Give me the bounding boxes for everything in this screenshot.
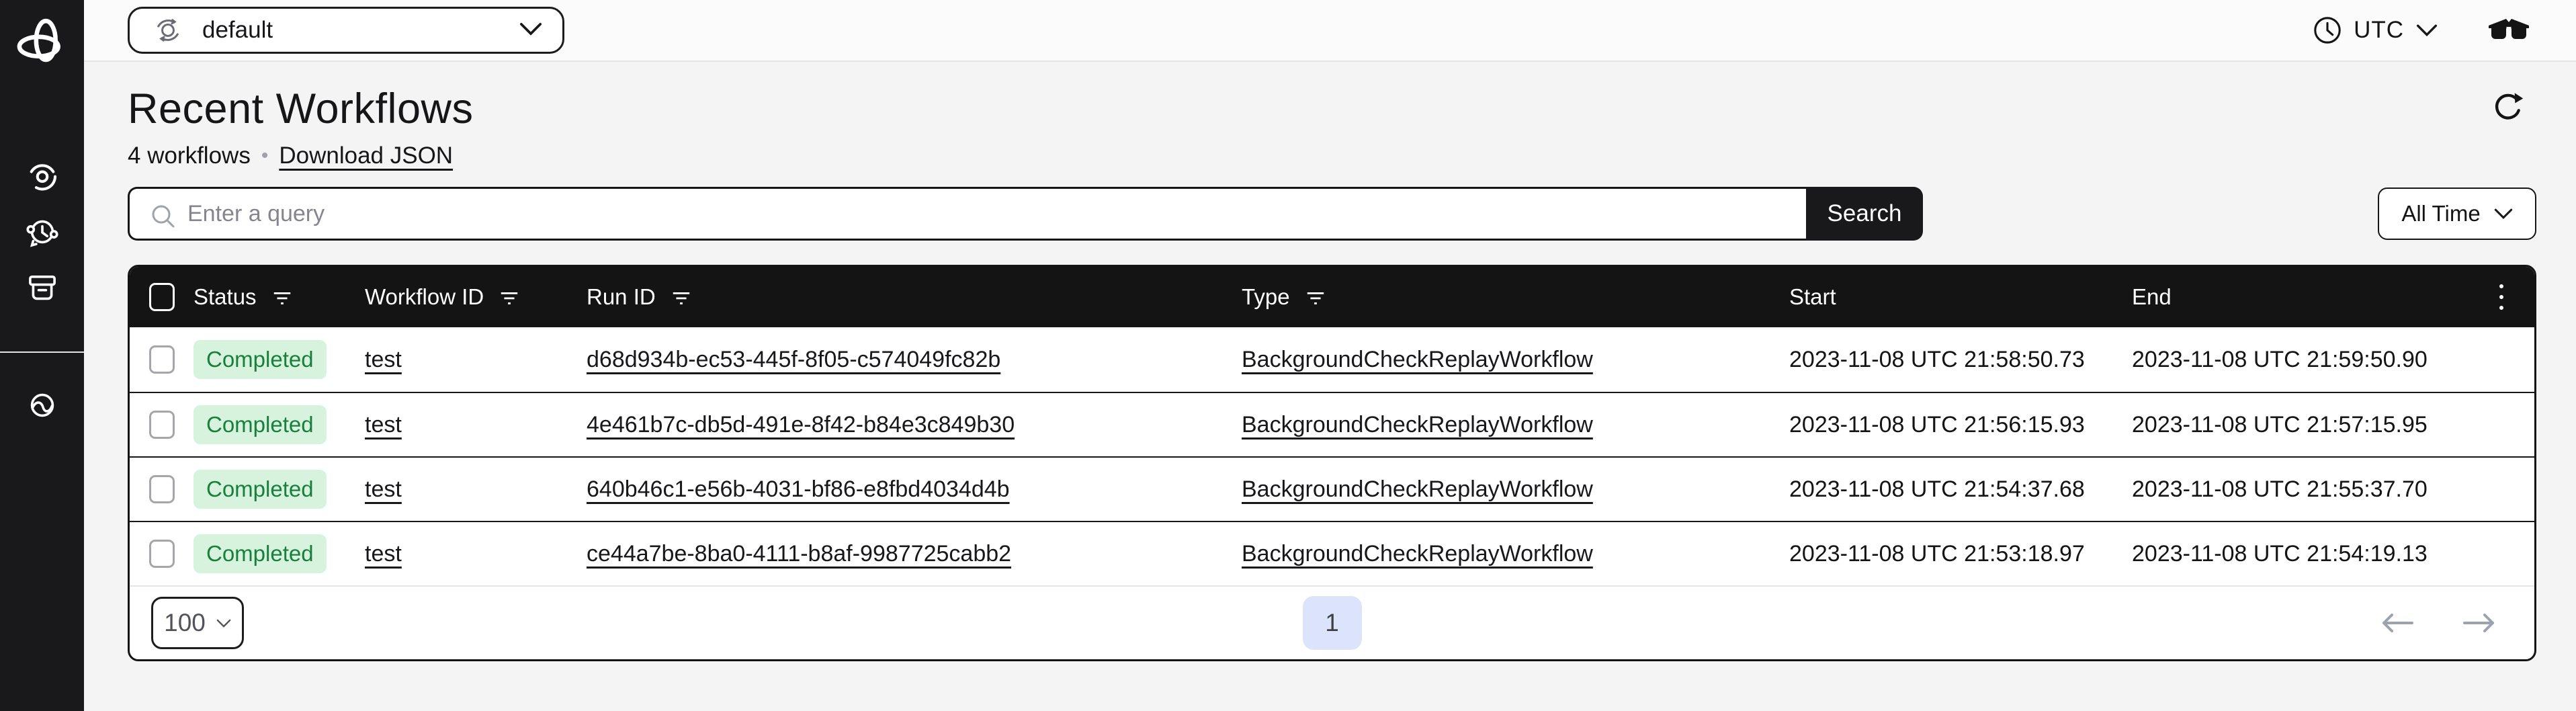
filter-icon[interactable] <box>671 286 692 308</box>
namespaces-icon[interactable] <box>21 384 64 427</box>
meta-separator: • <box>261 144 269 167</box>
workflow-id-link[interactable]: test <box>365 541 402 567</box>
search-icon <box>148 202 178 235</box>
start-time: 2023-11-08 UTC 21:53:18.97 <box>1789 541 2085 567</box>
kebab-menu-icon[interactable] <box>2468 282 2534 312</box>
status-badge: Completed <box>194 534 327 573</box>
search-input[interactable] <box>130 200 1806 228</box>
workflow-id-link[interactable]: test <box>365 476 402 503</box>
row-checkbox[interactable] <box>149 540 175 568</box>
workflow-count: 4 workflows <box>128 142 251 169</box>
start-time: 2023-11-08 UTC 21:56:15.93 <box>1789 412 2085 438</box>
workflow-type-link[interactable]: BackgroundCheckReplayWorkflow <box>1242 347 1593 373</box>
status-badge: Completed <box>194 405 327 444</box>
end-time: 2023-11-08 UTC 21:59:50.90 <box>2132 347 2428 373</box>
status-badge: Completed <box>194 470 327 509</box>
column-header-type: Type <box>1242 284 1290 310</box>
schedules-icon[interactable] <box>21 210 64 253</box>
row-checkbox[interactable] <box>149 411 175 439</box>
table-row: Completed test 640b46c1-e56b-4031-bf86-e… <box>130 456 2534 521</box>
search-button[interactable]: Search <box>1806 187 1923 241</box>
workflow-type-link[interactable]: BackgroundCheckReplayWorkflow <box>1242 541 1593 567</box>
start-time: 2023-11-08 UTC 21:58:50.73 <box>1789 347 2085 373</box>
workflow-type-link[interactable]: BackgroundCheckReplayWorkflow <box>1242 412 1593 438</box>
topbar: default UTC <box>84 0 2576 62</box>
filter-icon[interactable] <box>499 286 520 308</box>
arrow-left-icon[interactable] <box>2380 611 2415 635</box>
timezone-label: UTC <box>2354 17 2404 44</box>
workflow-id-link[interactable]: test <box>365 347 402 373</box>
end-time: 2023-11-08 UTC 21:57:15.95 <box>2132 412 2428 438</box>
end-time: 2023-11-08 UTC 21:55:37.70 <box>2132 476 2428 503</box>
namespace-switcher-icon <box>150 12 186 48</box>
run-id-link[interactable]: ce44a7be-8ba0-4111-b8af-9987725cabb2 <box>587 541 1011 567</box>
table-body: Completed test d68d934b-ec53-445f-8f05-c… <box>130 327 2534 585</box>
filter-icon[interactable] <box>1305 286 1326 308</box>
column-header-end: End <box>2132 284 2172 310</box>
chevron-down-icon <box>519 22 542 40</box>
workflow-type-link[interactable]: BackgroundCheckReplayWorkflow <box>1242 476 1593 503</box>
content: Recent Workflows 4 workflows • Download … <box>84 62 2576 711</box>
column-header-run-id: Run ID <box>587 284 656 310</box>
end-time: 2023-11-08 UTC 21:54:19.13 <box>2132 541 2428 567</box>
namespace-label: default <box>202 17 273 44</box>
temporal-logo[interactable] <box>14 15 71 75</box>
download-json-link[interactable]: Download JSON <box>279 142 453 169</box>
arrow-right-icon[interactable] <box>2462 611 2497 635</box>
workflow-id-link[interactable]: test <box>365 412 402 438</box>
time-filter-dropdown[interactable]: All Time <box>2378 187 2536 240</box>
row-checkbox[interactable] <box>149 475 175 503</box>
namespace-select[interactable]: default <box>128 7 564 54</box>
chevron-down-icon <box>2494 208 2513 220</box>
search-group: Search <box>128 187 1923 241</box>
column-header-status: Status <box>194 284 257 310</box>
workflows-table: Status Workflow ID Run ID <box>128 265 2536 661</box>
refresh-icon[interactable] <box>2491 90 2526 128</box>
run-id-link[interactable]: 4e461b7c-db5d-491e-8f42-b84e3c849b30 <box>587 412 1015 438</box>
status-badge: Completed <box>194 340 327 379</box>
table-row: Completed test 4e461b7c-db5d-491e-8f42-b… <box>130 392 2534 456</box>
column-header-start: Start <box>1789 284 1836 310</box>
sidebar-divider <box>0 351 84 353</box>
page-size-select[interactable]: 100 <box>151 597 244 649</box>
run-id-link[interactable]: d68d934b-ec53-445f-8f05-c574049fc82b <box>587 347 1000 373</box>
archive-icon[interactable] <box>21 267 64 310</box>
time-filter-label: All Time <box>2401 201 2480 226</box>
filter-icon[interactable] <box>271 286 293 308</box>
run-id-link[interactable]: 640b46c1-e56b-4031-bf86-e8fbd4034d4b <box>587 476 1010 503</box>
row-checkbox[interactable] <box>149 345 175 374</box>
clock-icon <box>2312 15 2343 46</box>
table-row: Completed test ce44a7be-8ba0-4111-b8af-9… <box>130 521 2534 585</box>
page-title: Recent Workflows <box>128 85 2536 133</box>
sidebar <box>0 0 84 711</box>
table-header-row: Status Workflow ID Run ID <box>130 267 2534 327</box>
timezone-dropdown[interactable] <box>2416 24 2438 37</box>
table-row: Completed test d68d934b-ec53-445f-8f05-c… <box>130 327 2534 392</box>
workflows-icon[interactable] <box>21 154 64 197</box>
labs-glasses-icon[interactable] <box>2487 16 2530 44</box>
select-all-checkbox[interactable] <box>149 283 175 311</box>
table-footer: 100 1 <box>130 585 2534 659</box>
page-size-value: 100 <box>164 609 206 637</box>
column-header-workflow-id: Workflow ID <box>365 284 484 310</box>
current-page-indicator[interactable]: 1 <box>1303 596 1362 650</box>
start-time: 2023-11-08 UTC 21:54:37.68 <box>1789 476 2085 503</box>
